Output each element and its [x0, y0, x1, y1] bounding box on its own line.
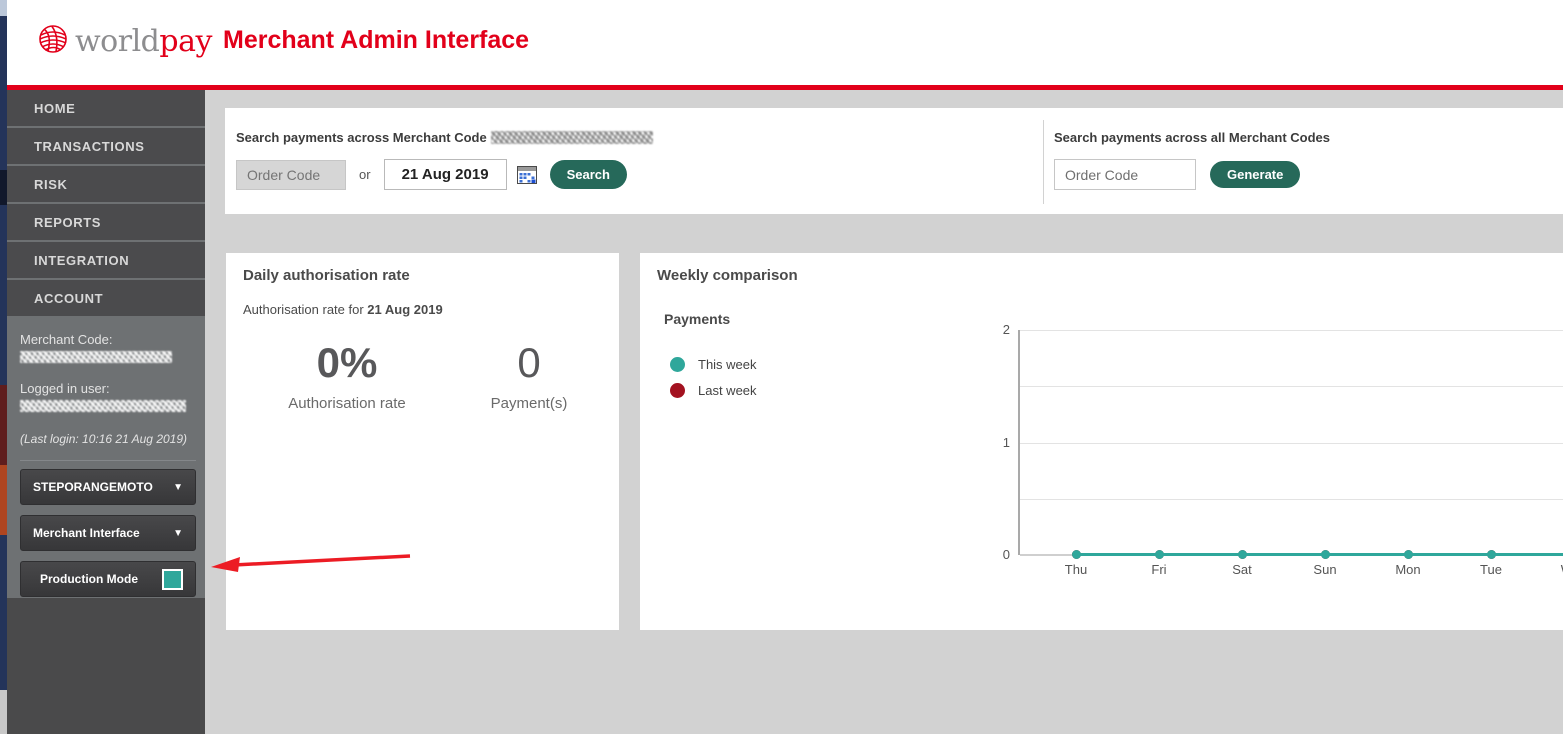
legend-item-last-week: Last week — [670, 377, 757, 403]
chart-x-tick: Sat — [1232, 562, 1252, 577]
search-all-merchants-label: Search payments across all Merchant Code… — [1054, 130, 1331, 145]
sidebar: HOME TRANSACTIONS RISK REPORTS INTEGRATI… — [7, 90, 205, 734]
merchant-select-dropdown[interactable]: STEPORANGEMOTO ▼ — [20, 469, 196, 505]
chart-data-point — [1321, 550, 1330, 559]
authorisation-rate-stat: 0% Authorisation rate — [247, 339, 447, 412]
daily-card-subtitle-prefix: Authorisation rate for — [243, 302, 368, 317]
worldpay-globe-icon — [36, 22, 70, 61]
weekly-comparison-card: Weekly comparison Payments This week Las… — [640, 253, 1563, 630]
sidebar-item-integration[interactable]: INTEGRATION — [7, 242, 205, 278]
chart-gridline — [1020, 330, 1563, 331]
chart-legend: This week Last week — [670, 351, 757, 403]
payments-stat: 0 Payment(s) — [429, 339, 629, 412]
page-title: Merchant Admin Interface — [223, 26, 530, 54]
interface-select-value: Merchant Interface — [33, 526, 140, 540]
chevron-down-icon: ▼ — [173, 481, 183, 493]
order-code-input[interactable] — [236, 159, 346, 190]
search-panel: Search payments across Merchant Code or — [225, 108, 1563, 214]
logged-in-user-label: Logged in user: — [20, 381, 110, 396]
worldpay-logo: worldpay — [36, 22, 212, 61]
chart-y-tick: 2 — [1002, 322, 1010, 337]
search-panel-divider — [1043, 120, 1044, 204]
production-mode-checkbox[interactable] — [162, 568, 183, 590]
chart-data-point — [1487, 550, 1496, 559]
search-merchant-code-redacted — [490, 131, 653, 144]
logo-pay-text: pay — [159, 24, 212, 59]
generate-button[interactable]: Generate — [1210, 161, 1301, 188]
this-week-label: This week — [698, 356, 757, 372]
chart-x-tick: Tue — [1480, 562, 1502, 577]
search-merchant-label-text: Search payments across Merchant Code — [236, 130, 487, 145]
payments-count-value: 0 — [517, 339, 541, 386]
sidebar-item-home[interactable]: HOME — [7, 90, 205, 126]
sidebar-item-transactions[interactable]: TRANSACTIONS — [7, 128, 205, 164]
sidebar-nav: HOME TRANSACTIONS RISK REPORTS INTEGRATI… — [7, 90, 205, 318]
sidebar-footer — [7, 598, 205, 734]
authorisation-rate-label: Authorisation rate — [288, 395, 406, 412]
or-label: or — [359, 167, 371, 182]
authorisation-rate-value: 0% — [316, 339, 378, 386]
chevron-down-icon: ▼ — [173, 527, 183, 539]
merchant-code-redacted-value — [20, 351, 172, 363]
chart-x-tick: Wed — [1552, 562, 1563, 577]
date-input[interactable] — [383, 159, 507, 190]
daily-card-title: Daily authorisation rate — [243, 267, 410, 284]
this-week-dot-icon — [670, 356, 685, 372]
logo-wordmark: worldpay — [75, 24, 212, 59]
search-merchant-label: Search payments across Merchant Code — [236, 130, 653, 145]
payments-count-label: Payment(s) — [490, 395, 568, 412]
logo-world-text: world — [75, 24, 160, 59]
chart-gridline — [1020, 386, 1563, 388]
weekly-chart-subtitle: Payments — [664, 311, 731, 327]
sidebar-item-account[interactable]: ACCOUNT — [7, 280, 205, 316]
sidebar-item-reports[interactable]: REPORTS — [7, 204, 205, 240]
daily-card-subtitle: Authorisation rate for 21 Aug 2019 — [243, 302, 443, 317]
header: worldpay Merchant Admin Interface — [0, 0, 1563, 85]
chart-data-point — [1155, 550, 1164, 559]
weekly-card-title: Weekly comparison — [657, 267, 798, 284]
chart-x-tick: Mon — [1395, 562, 1421, 577]
merchant-code-label: Merchant Code: — [20, 332, 113, 347]
sidebar-divider — [20, 460, 196, 461]
interface-select-dropdown[interactable]: Merchant Interface ▼ — [20, 515, 196, 551]
background-window-edge — [0, 0, 7, 734]
daily-card-subtitle-date: 21 Aug 2019 — [367, 302, 443, 317]
production-mode-label: Production Mode — [40, 572, 138, 586]
red-annotation-arrow — [211, 554, 411, 572]
legend-item-this-week: This week — [670, 351, 757, 377]
search-all-merchants-section: Search payments across all Merchant Code… — [1054, 130, 1330, 190]
chart-data-point — [1072, 550, 1081, 559]
sidebar-item-risk[interactable]: RISK — [7, 166, 205, 202]
weekly-chart-plot: 0 1 2 Thu Fri Sat Sun Mon Tue Wed — [1003, 322, 1563, 577]
chart-data-point — [1404, 550, 1413, 559]
chart-x-tick: Thu — [1064, 562, 1088, 577]
header-divider — [0, 85, 1563, 90]
chart-y-tick: 0 — [1002, 547, 1010, 562]
calendar-icon[interactable] — [516, 165, 537, 184]
last-week-dot-icon — [670, 382, 685, 398]
logged-in-user-redacted-value — [20, 400, 186, 412]
chart-gridline — [1020, 498, 1563, 500]
last-week-label: Last week — [698, 382, 757, 398]
chart-x-tick: Fri — [1151, 562, 1167, 577]
order-code-all-input[interactable] — [1054, 159, 1196, 190]
chart-data-point — [1238, 550, 1247, 559]
search-button[interactable]: Search — [549, 160, 627, 189]
merchant-admin-app: worldpay Merchant Admin Interface HOME T… — [0, 0, 1563, 734]
chart-x-tick: Sun — [1313, 562, 1337, 577]
last-login-text: (Last login: 10:16 21 Aug 2019) — [20, 432, 188, 446]
production-mode-row[interactable]: Production Mode — [20, 561, 196, 597]
sidebar-info: Merchant Code: Logged in user: (Last log… — [7, 318, 205, 598]
merchant-select-value: STEPORANGEMOTO — [33, 480, 153, 494]
chart-y-tick: 1 — [1002, 434, 1010, 450]
chart-gridline — [1020, 442, 1563, 444]
search-merchant-section: Search payments across Merchant Code or — [236, 130, 653, 190]
